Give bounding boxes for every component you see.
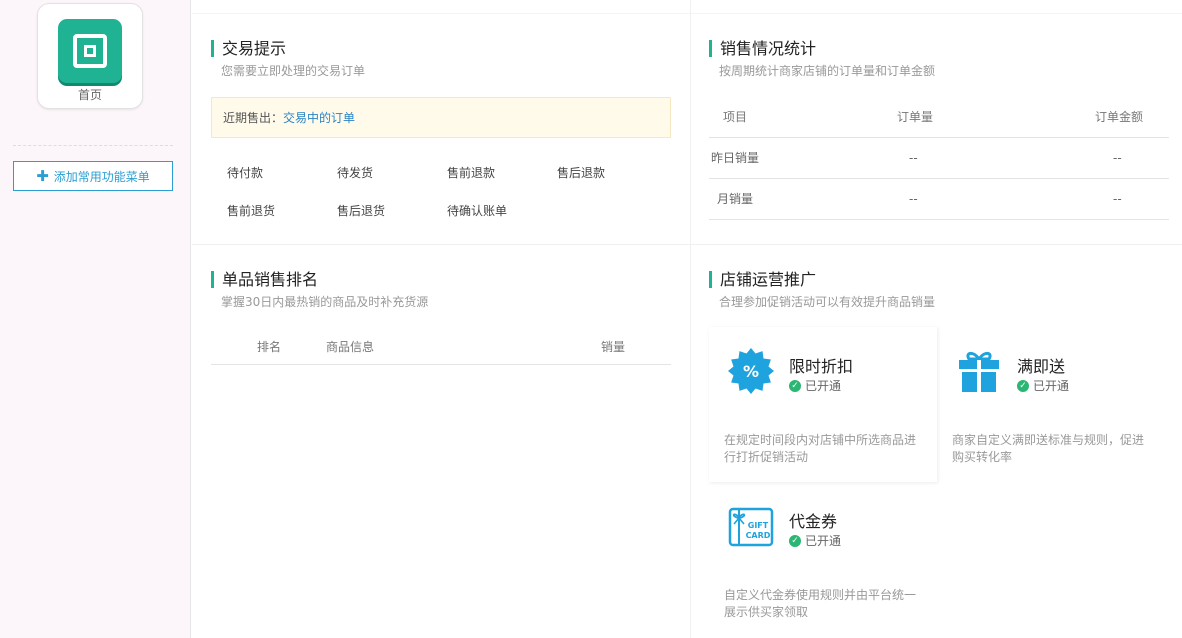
header-order-count: 订单量 <box>897 110 934 124</box>
header-item: 项目 <box>723 110 748 124</box>
sidebar-divider <box>13 145 173 146</box>
panel-vertical-divider <box>690 0 691 638</box>
notice-prefix: 近期售出： <box>223 111 284 125</box>
trade-link-pending-bill[interactable]: 待确认账单 <box>447 202 507 219</box>
row-order-count: -- <box>909 192 918 206</box>
home-label: 首页 <box>77 88 102 102</box>
trade-link-aftersale-refund[interactable]: 售后退款 <box>557 164 605 181</box>
header-order-amount: 订单金额 <box>1095 110 1144 124</box>
home-shortcut[interactable]: 首页 <box>37 3 143 109</box>
promotion-panel-subtitle: 合理参加促销活动可以有效提升商品销量 <box>719 295 936 309</box>
trading-orders-link[interactable]: 交易中的订单 <box>283 111 355 125</box>
svg-text:%: % <box>743 362 759 381</box>
row-label: 月销量 <box>717 192 754 206</box>
panel-horizontal-divider <box>192 244 1182 245</box>
trade-link-aftersale-return[interactable]: 售后退货 <box>337 202 385 219</box>
top-divider <box>192 13 1182 14</box>
trade-link-pending-shipment[interactable]: 待发货 <box>337 164 373 181</box>
ranking-table-header: 排名 商品信息 销量 <box>211 330 671 365</box>
header-sales-volume: 销量 <box>601 340 626 354</box>
check-circle-icon: ✓ <box>1017 379 1029 392</box>
header-product-info: 商品信息 <box>326 340 375 354</box>
recent-sales-notice: 近期售出：交易中的订单 <box>211 97 671 138</box>
promo-name: 代金券 <box>789 512 838 531</box>
add-common-menu-label: 添加常用功能菜单 <box>53 169 150 184</box>
plus-icon: ✚ <box>36 166 49 185</box>
promo-status: ✓ 已开通 <box>789 532 841 549</box>
gift-card-icon: GIFT CARD <box>728 507 774 547</box>
promo-card-limited-discount[interactable]: % 限时折扣 ✓ 已开通 在规定时间段内对店铺中所选商品进行打折促销活动 <box>709 327 937 482</box>
add-common-menu-button[interactable]: ✚ 添加常用功能菜单 <box>13 161 173 191</box>
promo-card-full-gift[interactable]: 满即送 ✓ 已开通 商家自定义满即送标准与规则，促进购买转化率 <box>937 327 1165 482</box>
table-header-row: 项目 订单量 订单金额 <box>709 97 1169 138</box>
row-order-amount: -- <box>1113 192 1122 206</box>
ranking-panel-title: 单品销售排名 <box>211 271 318 288</box>
trade-link-presale-refund[interactable]: 售前退款 <box>447 164 495 181</box>
promo-description: 在规定时间段内对店铺中所选商品进行打折促销活动 <box>724 433 917 464</box>
promo-status: ✓ 已开通 <box>1017 377 1069 394</box>
svg-text:GIFT: GIFT <box>748 521 769 530</box>
table-row: 昨日销量 -- -- <box>709 138 1169 179</box>
sales-stats-table: 项目 订单量 订单金额 昨日销量 -- -- 月销量 -- -- <box>709 97 1169 220</box>
row-order-amount: -- <box>1113 151 1122 165</box>
home-icon <box>58 19 122 83</box>
promo-status-label: 已开通 <box>805 379 842 393</box>
ranking-panel-subtitle: 掌握30日内最热销的商品及时补充货源 <box>221 295 429 309</box>
promo-status: ✓ 已开通 <box>789 377 841 394</box>
row-order-count: -- <box>909 151 918 165</box>
promo-description: 自定义代金券使用规则并由平台统一展示供买家领取 <box>724 588 917 619</box>
check-circle-icon: ✓ <box>789 379 801 392</box>
sidebar: 首页 ✚ 添加常用功能菜单 <box>0 0 191 638</box>
promo-card-voucher[interactable]: GIFT CARD 代金券 ✓ 已开通 自定义代金券使用规则并由平台统一展示供买… <box>709 482 937 637</box>
sales-panel-title: 销售情况统计 <box>709 40 816 57</box>
gift-box-icon <box>959 351 999 392</box>
trade-panel-subtitle: 您需要立即处理的交易订单 <box>221 64 366 78</box>
discount-badge-icon: % <box>728 348 774 394</box>
row-label: 昨日销量 <box>711 151 760 165</box>
promotion-panel-title: 店铺运营推广 <box>709 271 816 288</box>
check-circle-icon: ✓ <box>789 534 801 547</box>
sales-panel-subtitle: 按周期统计商家店铺的订单量和订单金额 <box>719 64 936 78</box>
promo-description: 商家自定义满即送标准与规则，促进购买转化率 <box>952 433 1145 464</box>
trade-link-pending-payment[interactable]: 待付款 <box>227 164 263 181</box>
table-row: 月销量 -- -- <box>709 179 1169 220</box>
svg-text:CARD: CARD <box>746 531 771 540</box>
promo-name: 满即送 <box>1017 357 1066 376</box>
promo-name: 限时折扣 <box>789 357 854 376</box>
trade-panel-title: 交易提示 <box>211 40 286 57</box>
header-rank: 排名 <box>257 340 282 354</box>
promo-status-label: 已开通 <box>805 534 842 548</box>
promo-status-label: 已开通 <box>1033 379 1070 393</box>
trade-link-presale-return[interactable]: 售前退货 <box>227 202 275 219</box>
